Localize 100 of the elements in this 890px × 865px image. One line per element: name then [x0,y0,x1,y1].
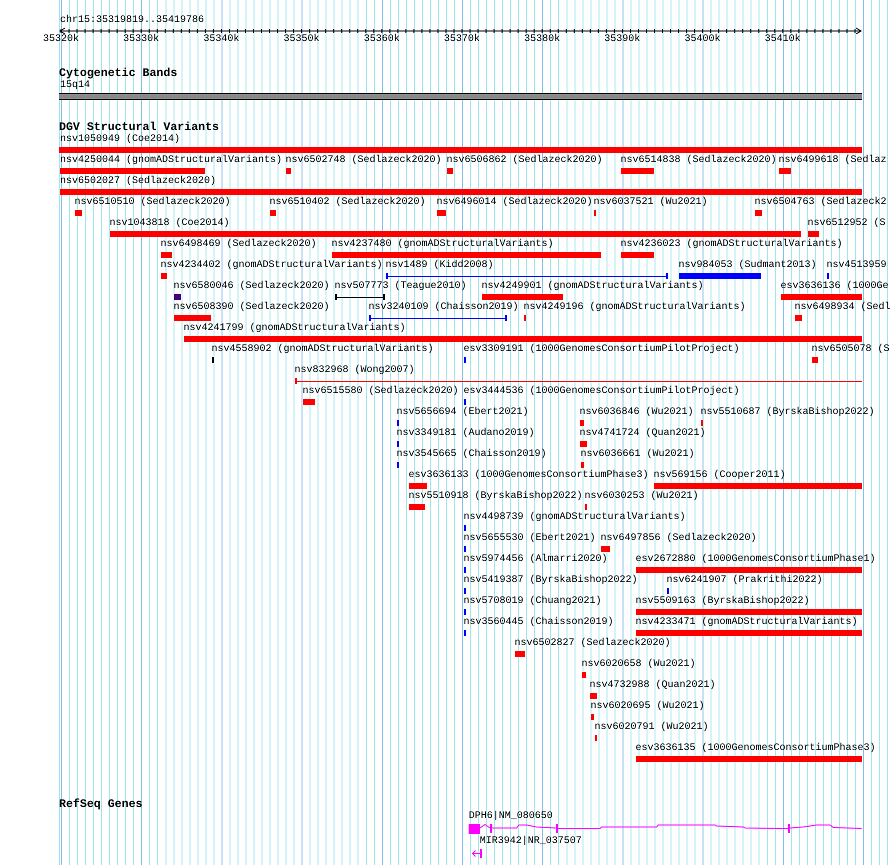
variant-bar[interactable] [161,273,167,279]
variant-bar[interactable] [515,651,525,657]
variant-span[interactable] [335,294,385,300]
variant-label: nsv4513959 [826,260,887,272]
variant-label: nsv5510687 (ByrskaBishop2022) [700,407,875,419]
variant-bar[interactable] [409,483,427,489]
variant-bar[interactable] [654,483,862,489]
variant-label: nsv5655530 (Ebert2021) [464,533,596,545]
variant-label: nsv6241907 (Prakrithi2022) [666,575,823,587]
variant-label: nsv5509163 (ByrskaBishop2022) [636,596,810,608]
variant-bar[interactable] [779,168,791,174]
variant-label: nsv6020791 (Wu2021) [594,722,709,734]
ruler-tick-label: 35350k [284,34,320,46]
variant-bar[interactable] [795,315,802,321]
variant-bar[interactable] [447,168,453,174]
variant-label: nsv6499618 (Sedlaz [778,155,887,167]
variant-label: nsv6510402 (Sedlazeck2020) [270,197,426,209]
variant-label: esv3309191 (1000GenomesConsortiumPilotProject) [464,344,740,356]
variant-label: nsv6497856 (Sedlazeck2020) [600,533,757,545]
variant-bar[interactable] [591,714,594,720]
variant-label: nsv6502827 (Sedlazeck2020) [514,638,671,650]
variant-label: nsv6506862 (Sedlazeck2020) [446,155,603,167]
variant-label: nsv6502027 (Sedlazeck2020) [60,176,216,188]
variant-label: nsv984053 (Sudmant2013) [678,260,817,272]
variant-bar[interactable] [581,462,584,468]
gene-model-drawing[interactable] [468,824,862,834]
variant-bar[interactable] [636,567,862,573]
variant-bar[interactable] [590,693,597,699]
variant-bar[interactable] [781,294,862,300]
track-title: DGV Structural Variants [59,121,220,134]
variant-label: nsv5510918 (ByrskaBishop2022) [408,491,583,503]
ruler-tick-label: 35330k [123,34,160,46]
variant-label: nsv6498934 (Sedl [794,302,890,314]
variant-label: nsv3560445 (Chaisson2019) [464,617,614,629]
variant-label: esv2672880 (1000GenomesConsortiumPhase1) [636,554,876,566]
variant-label: nsv6030253 (Wu2021) [584,491,699,503]
variant-bar[interactable] [286,168,291,174]
variant-label: nsv4250044 (gnomADStructuralVariants) [60,155,282,167]
variant-bar[interactable] [174,315,211,321]
variant-bar[interactable] [636,756,862,762]
variant-label: nsv6036661 (Wu2021) [580,449,695,461]
variant-bar[interactable] [303,399,315,405]
variant-label: nsv5708019 (Chuang2021) [464,596,602,608]
variant-bar[interactable] [437,210,446,216]
variant-span[interactable] [369,315,507,321]
variant-bar[interactable] [60,168,205,174]
variant-bar[interactable] [580,441,587,447]
variant-label: nsv6508390 (Sedlazeck2020) [174,302,330,314]
variant-bar[interactable] [59,147,862,153]
gene-model-drawing[interactable] [472,849,482,858]
variant-bar[interactable] [482,294,563,300]
gene-label: DPH6|NM_080650 [468,811,553,823]
variant-label: nsv6020695 (Wu2021) [590,701,705,713]
variant-label: nsv6496014 (Sedlazeck2020) [436,197,593,209]
variant-label: nsv4558902 (gnomADStructuralVariants) [212,344,434,356]
variant-bar[interactable] [621,252,654,258]
variant-span[interactable] [386,273,668,279]
variant-bar[interactable] [75,210,82,216]
variant-bar[interactable] [60,189,862,195]
ruler-tick-label: 35360k [364,34,400,46]
variant-bar[interactable] [636,609,862,615]
variant-bar[interactable] [679,273,761,279]
ruler-tick-label: 35320k [42,34,79,46]
variant-label: nsv4498739 (gnomADStructuralVariants) [464,512,686,524]
variant-bar[interactable] [184,336,862,342]
variant-label: esv3636136 (1000Ge [780,281,889,293]
variant-bar[interactable] [332,252,601,258]
variant-label: nsv6512952 (S [808,218,886,230]
variant-label: nsv3545665 (Chaisson2019) [396,449,547,461]
variant-label: esv3636135 (1000GenomesConsortiumPhase3) [636,743,876,755]
variant-label: esv3444536 (1000GenomesConsortiumPilotProject) [464,386,740,398]
variant-label: esv3636133 (1000GenomesConsortiumPhase3) [408,470,649,482]
variant-bar[interactable] [601,546,610,552]
ruler-tick-label: 35390k [604,34,640,46]
track-title: Cytogenetic Bands [59,67,178,80]
variant-bar[interactable] [174,294,181,300]
variant-bar[interactable] [270,210,276,216]
variant-label: nsv4233471 (gnomADStructuralVariants) [636,617,858,629]
gene-label: MIR3942|NR_037507 [480,836,582,848]
variant-bar[interactable] [808,231,819,237]
variant-bar[interactable] [621,168,654,174]
variant-bar[interactable] [755,210,762,216]
variant-label: nsv1043818 (Coe2014) [110,218,230,230]
variant-bar[interactable] [812,357,818,363]
location-label: chr15:35319819..35419786 [60,15,204,27]
variant-label: nsv5974456 (Almarri2020) [464,554,608,566]
variant-label: nsv6505078 (S [812,344,890,356]
cytoband-bar[interactable] [59,93,862,100]
ruler-tick-label: 35370k [444,34,480,46]
variant-label: nsv4237480 (gnomADStructuralVariants) [332,239,554,251]
variant-label: nsv6502748 (Sedlazeck2020) [286,155,442,167]
variant-bar[interactable] [636,630,862,636]
variant-bar[interactable] [409,504,425,510]
variant-bar[interactable] [110,231,801,237]
variant-bar[interactable] [161,252,172,258]
variant-label: nsv5656694 (Ebert2021) [396,407,529,419]
variant-label: nsv832968 (Wong2007) [294,365,415,377]
variant-label: nsv6510510 (Sedlazeck2020) [74,197,231,209]
variant-bar[interactable] [582,672,586,678]
variant-bar[interactable] [580,420,584,426]
